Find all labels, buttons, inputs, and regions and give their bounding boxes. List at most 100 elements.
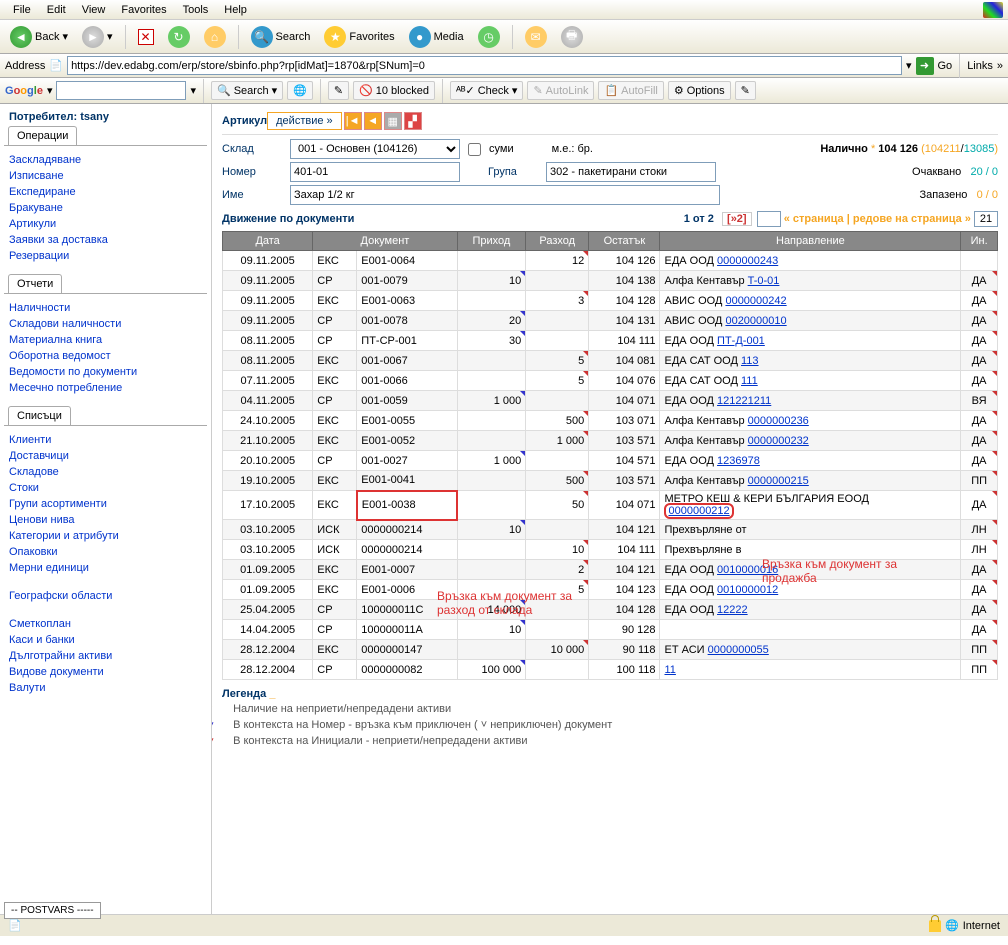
stop-button[interactable]: ✕: [133, 26, 159, 48]
menu-help[interactable]: Help: [216, 2, 255, 18]
doc-number-cell[interactable]: ПТ-СР-001: [357, 331, 457, 351]
tab-lists[interactable]: Списъци: [8, 406, 71, 425]
column-header[interactable]: Остатък: [589, 232, 660, 251]
mail-button[interactable]: ✉: [520, 23, 552, 51]
go-button[interactable]: ➜: [916, 57, 934, 75]
doc-number-cell[interactable]: 001-0067: [357, 351, 457, 371]
sidebar-link[interactable]: Материална книга: [9, 332, 202, 348]
column-header[interactable]: Дата: [223, 232, 313, 251]
favorites-button[interactable]: ★Favorites: [319, 23, 399, 51]
doc-number-cell[interactable]: 0000000214: [357, 520, 457, 540]
column-header[interactable]: Разход: [526, 232, 589, 251]
direction-doc-link[interactable]: 0000000055: [708, 644, 769, 656]
history-button[interactable]: ◷: [473, 23, 505, 51]
tab-operations[interactable]: Операции: [8, 126, 77, 145]
sidebar-link[interactable]: Мерни единици: [9, 560, 202, 576]
sidebar-link[interactable]: Видове документи: [9, 664, 202, 680]
sidebar-link[interactable]: Стоки: [9, 480, 202, 496]
nav-first-button[interactable]: |◄: [344, 112, 362, 130]
doc-number-cell[interactable]: E001-0006: [357, 580, 457, 600]
column-header[interactable]: Направление: [660, 232, 961, 251]
refresh-button[interactable]: ↻: [163, 23, 195, 51]
doc-number-cell[interactable]: E001-0063: [357, 291, 457, 311]
doc-number-cell[interactable]: 001-0066: [357, 371, 457, 391]
sidebar-link[interactable]: Клиенти: [9, 432, 202, 448]
menu-favorites[interactable]: Favorites: [113, 2, 174, 18]
sidebar-link[interactable]: Наличности: [9, 300, 202, 316]
search-button[interactable]: 🔍Search: [246, 23, 316, 51]
links-label[interactable]: Links: [967, 60, 993, 72]
doc-number-cell[interactable]: E001-0041: [357, 471, 457, 491]
direction-doc-link[interactable]: 12222: [717, 604, 748, 616]
doc-number-cell[interactable]: 0000000082: [357, 660, 457, 680]
sidebar-link[interactable]: Категории и атрибути: [9, 528, 202, 544]
direction-doc-link[interactable]: 11: [664, 664, 675, 676]
sidebar-link[interactable]: Каси и банки: [9, 632, 202, 648]
nav-close-button[interactable]: ▞: [404, 112, 422, 130]
sidebar-link[interactable]: Заявки за доставка: [9, 232, 202, 248]
sidebar-link[interactable]: Валути: [9, 680, 202, 696]
column-header[interactable]: Ин.: [961, 232, 998, 251]
sumi-checkbox[interactable]: [468, 143, 481, 156]
sklad-select[interactable]: 001 - Основен (104126): [290, 139, 460, 159]
doc-number-cell[interactable]: E001-0052: [357, 431, 457, 451]
sidebar-link[interactable]: Опаковки: [9, 544, 202, 560]
grupa-input[interactable]: [546, 162, 716, 182]
page-input[interactable]: [757, 211, 781, 227]
sidebar-link[interactable]: Складове: [9, 464, 202, 480]
autofill-button[interactable]: 📋 AutoFill: [598, 81, 663, 100]
doc-number-cell[interactable]: E001-0064: [357, 251, 457, 271]
direction-doc-link[interactable]: 0010000012: [717, 584, 778, 596]
sidebar-link[interactable]: Оборотна ведомост: [9, 348, 202, 364]
nomer-input[interactable]: [290, 162, 460, 182]
doc-number-cell[interactable]: 0000000147: [357, 640, 457, 660]
direction-doc-link[interactable]: T-0-01: [748, 275, 780, 287]
doc-number-cell[interactable]: 001-0059: [357, 391, 457, 411]
links-chevron[interactable]: »: [997, 60, 1003, 72]
sidebar-link[interactable]: Групи асортименти: [9, 496, 202, 512]
menu-edit[interactable]: Edit: [39, 2, 74, 18]
direction-doc-link[interactable]: 0010000016: [717, 564, 778, 576]
sidebar-link[interactable]: Ценови нива: [9, 512, 202, 528]
next-page-link[interactable]: [»2]: [722, 212, 752, 226]
sidebar-link[interactable]: Изписване: [9, 168, 202, 184]
sidebar-link[interactable]: Артикули: [9, 216, 202, 232]
column-header[interactable]: Приход: [457, 232, 526, 251]
column-header[interactable]: Документ: [313, 232, 457, 251]
sidebar-link[interactable]: Доставчици: [9, 448, 202, 464]
direction-doc-link[interactable]: ПТ-Д-001: [717, 335, 765, 347]
go-label[interactable]: Go: [938, 60, 953, 72]
tab-reports[interactable]: Отчети: [8, 274, 62, 293]
sidebar-link[interactable]: Ведомости по документи: [9, 364, 202, 380]
sidebar-link[interactable]: Експедиране: [9, 184, 202, 200]
google-search-button[interactable]: 🔍 Search ▾: [211, 81, 283, 100]
rows-input[interactable]: [974, 211, 998, 227]
sidebar-link[interactable]: Резервации: [9, 248, 202, 264]
doc-number-cell[interactable]: 001-0027: [357, 451, 457, 471]
direction-doc-link[interactable]: 0000000242: [725, 295, 786, 307]
sidebar-link[interactable]: Заскладяване: [9, 152, 202, 168]
direction-doc-link[interactable]: 0000000212: [664, 503, 733, 519]
forward-button[interactable]: ► ▾: [77, 23, 118, 51]
media-button[interactable]: ●Media: [404, 23, 469, 51]
direction-doc-link[interactable]: 0000000232: [748, 435, 809, 447]
home-button[interactable]: ⌂: [199, 23, 231, 51]
print-button[interactable]: 🖶: [556, 23, 588, 51]
google-highlight-button[interactable]: ✎: [328, 81, 349, 100]
google-search-input[interactable]: [56, 81, 186, 100]
doc-number-cell[interactable]: 100000011A: [357, 620, 457, 640]
nav-prev-button[interactable]: ◄: [364, 112, 382, 130]
sidebar-link[interactable]: Бракуване: [9, 200, 202, 216]
doc-number-cell[interactable]: 001-0079: [357, 271, 457, 291]
options-button[interactable]: ⚙ Options: [668, 81, 731, 100]
back-button[interactable]: ◄Back ▾: [5, 23, 73, 51]
action-button[interactable]: действие »: [267, 112, 342, 130]
ime-input[interactable]: [290, 185, 720, 205]
spell-check-button[interactable]: ᴬᴮ✓ Check ▾: [450, 81, 523, 100]
sidebar-link[interactable]: Сметкоплан: [9, 616, 202, 632]
doc-number-cell[interactable]: 100000011C: [357, 600, 457, 620]
address-input[interactable]: [67, 56, 902, 75]
doc-number-cell[interactable]: 001-0078: [357, 311, 457, 331]
sidebar-link[interactable]: Месечно потребление: [9, 380, 202, 396]
direction-doc-link[interactable]: 113: [741, 355, 759, 367]
